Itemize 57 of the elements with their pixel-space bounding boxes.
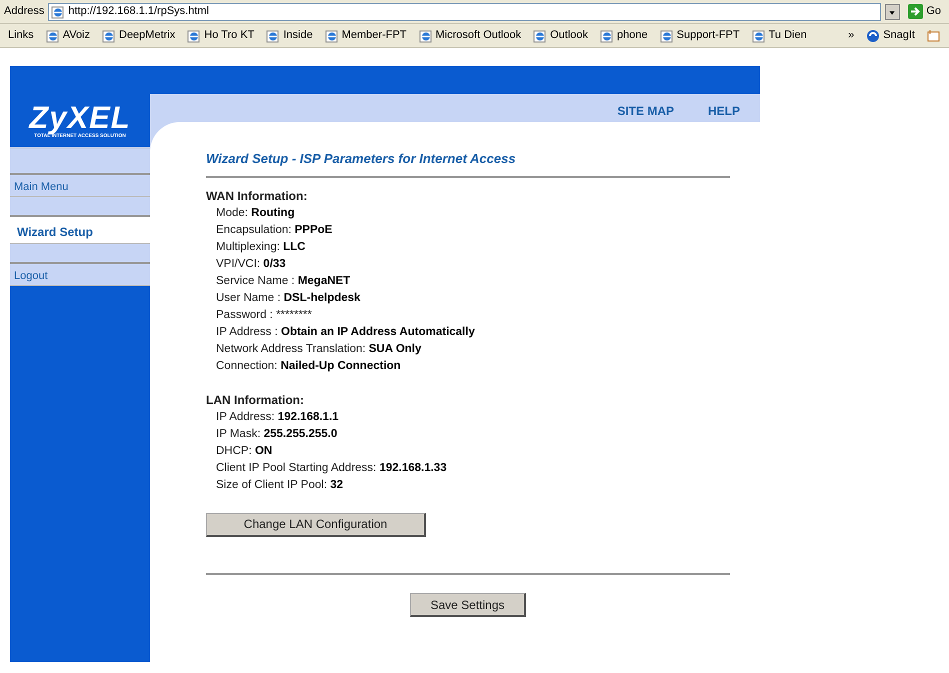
page-icon — [324, 28, 339, 42]
page-icon — [660, 28, 674, 42]
snagit-button[interactable]: SnagIt — [862, 27, 919, 44]
info-line: Mode: Routing — [215, 206, 296, 220]
header-link[interactable]: SITE MAP — [617, 102, 674, 122]
link-button[interactable]: Tu Dien — [748, 27, 811, 44]
change-lan-button[interactable]: Change LAN Configuration — [206, 512, 426, 536]
overflow-button[interactable]: » — [844, 27, 858, 44]
link-button[interactable]: Outlook — [529, 27, 592, 44]
info-line: DHCP: ON — [215, 444, 274, 458]
link-button[interactable]: Support-FPT — [656, 27, 744, 44]
info-line: IP Mask: 255.255.255.0 — [215, 426, 338, 442]
sidebar-item[interactable]: Logout — [10, 264, 150, 286]
section-heading: WAN Information: — [206, 188, 308, 204]
capture-icon — [927, 28, 941, 42]
section-heading: LAN Information: — [206, 392, 305, 408]
info-line: Client IP Pool Starting Address: 192.168.1.33 — [215, 460, 448, 476]
page-title: Wizard Setup - ISP Parameters for Internet Access — [206, 150, 517, 168]
page-icon — [102, 28, 116, 42]
link-button[interactable]: Member-FPT — [320, 27, 411, 44]
info-line: Multiplexing: LLC — [215, 240, 306, 254]
logo-text: ZyXEL — [29, 102, 131, 133]
page-icon — [752, 28, 766, 42]
page-icon — [266, 28, 280, 42]
link-button[interactable]: DeepMetrix — [98, 27, 180, 44]
link-button[interactable]: Ho Tro KT — [183, 27, 258, 44]
sidebar-item[interactable]: Wizard Setup — [10, 217, 150, 244]
info-line: Network Address Translation: SUA Only — [215, 342, 422, 356]
swirl-icon — [866, 28, 880, 42]
info-line: VPI/VCI: 0/33 — [215, 256, 287, 272]
link-button[interactable]: AVoiz — [42, 27, 94, 44]
info-line: Service Name : MegaNET — [215, 274, 352, 288]
info-line: Password : ******** — [215, 308, 313, 322]
links-label: Links — [7, 28, 35, 44]
info-line: IP Address : Obtain an IP Address Automatically — [215, 324, 476, 340]
address-field[interactable]: http://192.168.1.1/rpSys.html — [48, 2, 882, 20]
header-link[interactable]: HELP — [708, 102, 740, 122]
page-icon — [418, 28, 433, 42]
go-button[interactable]: Go — [904, 3, 945, 20]
page-icon — [533, 28, 548, 42]
link-button[interactable]: Microsoft Outlook — [414, 27, 526, 44]
info-line: Size of Client IP Pool: 32 — [215, 478, 344, 492]
info-line: IP Address: 192.168.1.1 — [215, 410, 340, 424]
save-button[interactable]: Save Settings — [410, 593, 526, 617]
info-line: Connection: Nailed-Up Connection — [215, 358, 402, 374]
page-icon — [600, 28, 614, 42]
info-line: User Name : DSL-helpdesk — [215, 290, 362, 306]
page-icon — [187, 28, 202, 42]
address-label: Address — [4, 4, 44, 20]
sidebar-item[interactable]: Main Menu — [10, 175, 150, 197]
dropdown-button[interactable] — [885, 4, 900, 20]
page-icon — [51, 4, 66, 18]
arrow-icon — [908, 4, 924, 19]
link-button[interactable]: phone — [596, 27, 652, 44]
link-button[interactable]: Inside — [262, 27, 317, 44]
info-line: Encapsulation: PPPoE — [215, 222, 334, 238]
page-icon — [46, 28, 60, 42]
